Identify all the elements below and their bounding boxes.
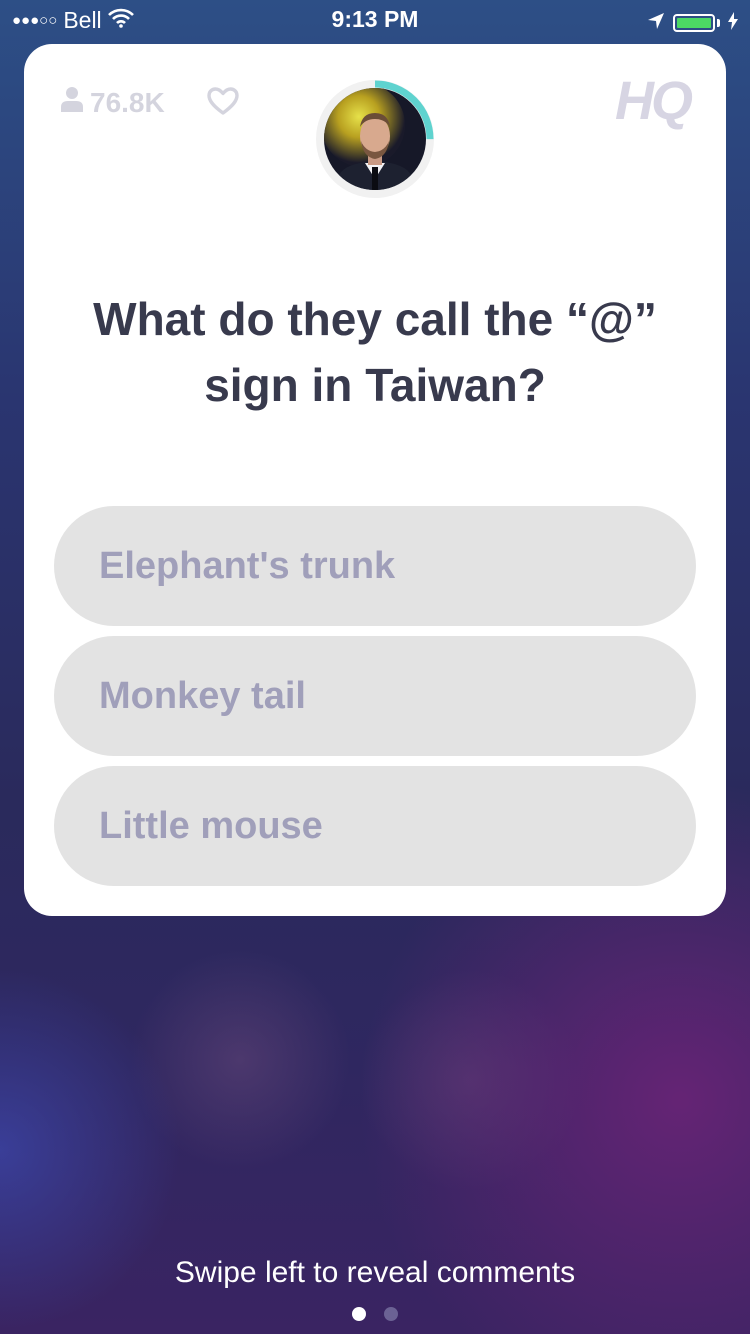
person-icon: [60, 86, 84, 119]
battery-cap: [717, 18, 720, 27]
host-video-timer: [315, 79, 435, 199]
viewer-count: 76.8K: [60, 86, 165, 119]
page-dot-1[interactable]: [352, 1307, 366, 1321]
answer-option-3[interactable]: Little mouse: [54, 766, 696, 886]
answer-label: Elephant's trunk: [99, 544, 396, 587]
clock: 9:13 PM: [331, 6, 419, 32]
question-text: What do they call the “@” sign in Taiwan…: [93, 293, 657, 411]
host-avatar: [324, 88, 426, 190]
page-dot-2[interactable]: [384, 1307, 398, 1321]
viewer-count-value: 76.8K: [90, 86, 165, 118]
heart-icon: [206, 87, 240, 120]
answer-option-1[interactable]: Elephant's trunk: [54, 506, 696, 626]
answer-label: Monkey tail: [99, 674, 306, 717]
location-arrow-icon: [647, 9, 665, 36]
swipe-hint: Swipe left to reveal comments: [174, 1256, 576, 1289]
answer-label: Little mouse: [99, 804, 323, 847]
question-card: 76.8K HQ What do they call the “@” sign …: [24, 44, 726, 916]
status-bar: ●●●○○ Bell 9:13 PM: [0, 0, 750, 40]
page-indicator[interactable]: [0, 1307, 750, 1321]
hq-logo: HQ: [615, 71, 693, 131]
charging-bolt-icon: [728, 9, 738, 36]
battery-level: [677, 17, 711, 28]
system-indicators: [647, 9, 738, 36]
battery-icon: [673, 13, 715, 32]
answer-option-2[interactable]: Monkey tail: [54, 636, 696, 756]
heart-button[interactable]: [206, 86, 240, 120]
